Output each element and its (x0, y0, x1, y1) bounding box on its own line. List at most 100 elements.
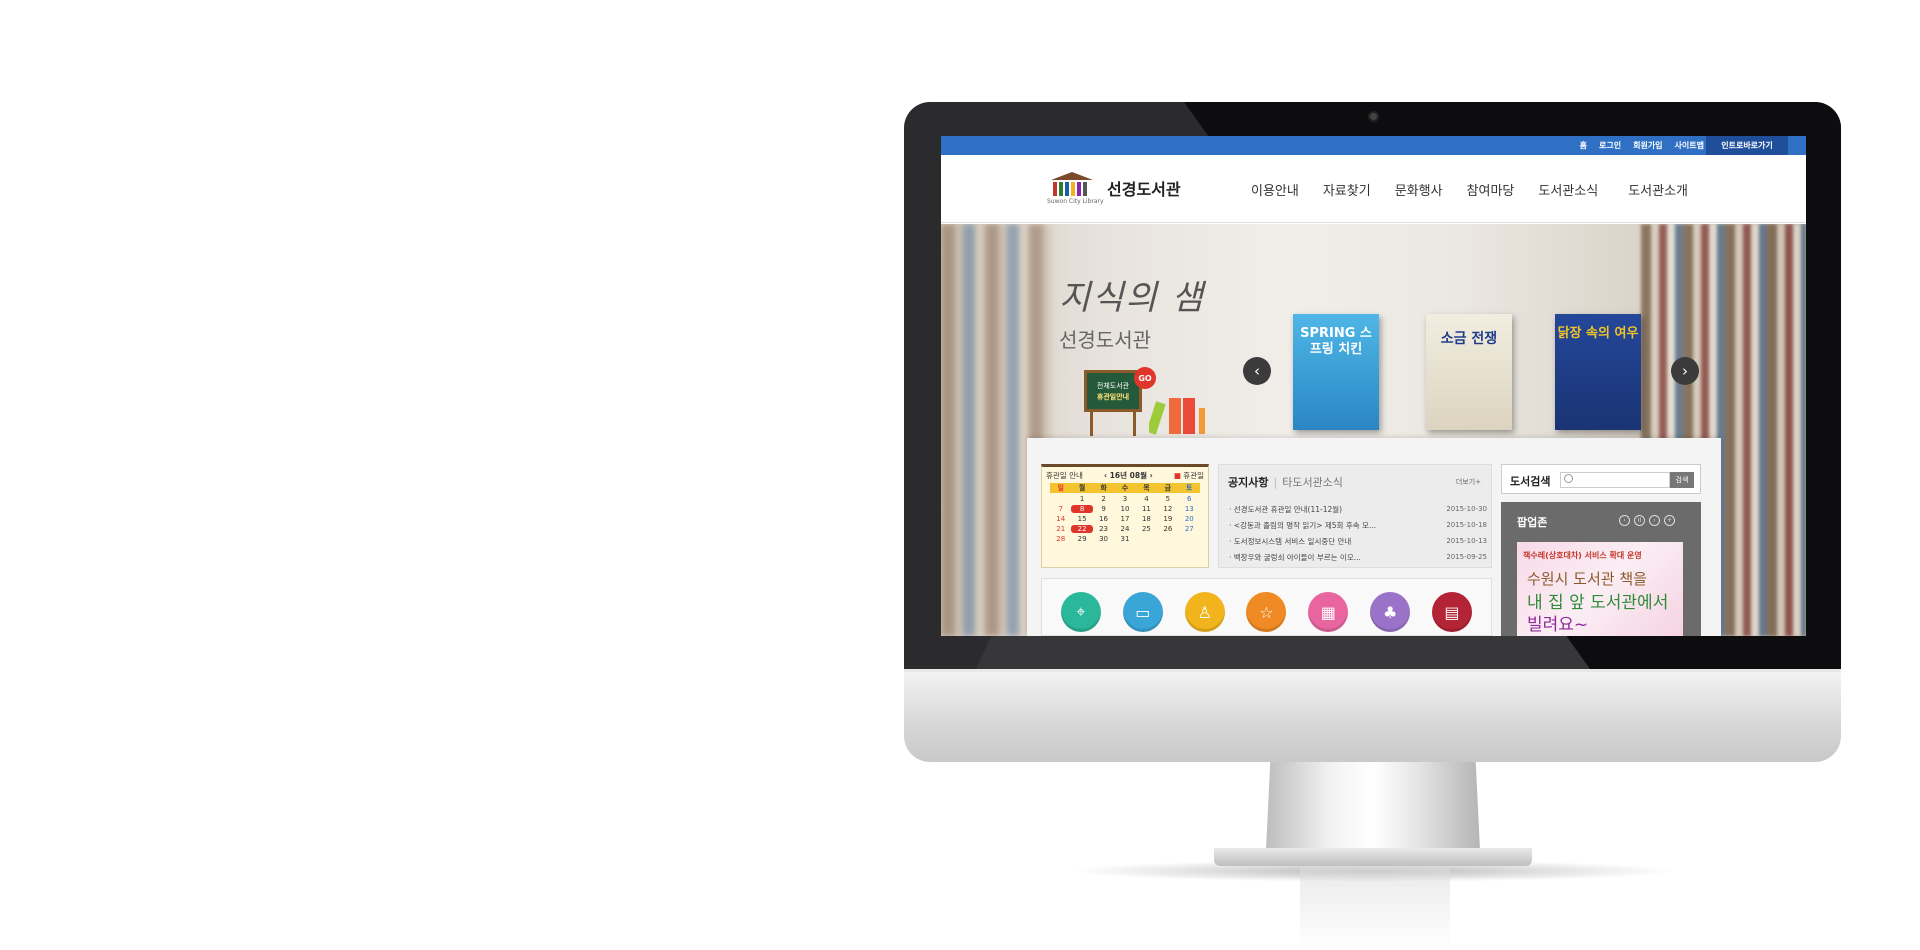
popup-banner-line2: 수원시 도서관 책을 (1527, 570, 1647, 588)
calendar-day[interactable]: 12 (1157, 505, 1178, 513)
utility-nav: 홈 로그인 회원가입 사이트맵 (1580, 136, 1704, 155)
nav-item-search[interactable]: 자료찾기 (1323, 180, 1371, 199)
notice-title: 선경도서관 휴관일 안내(11-12월) (1229, 504, 1342, 515)
calendar-day[interactable]: 8 (1071, 505, 1093, 513)
calendar-day[interactable]: 26 (1157, 525, 1178, 533)
util-home-link[interactable]: 홈 (1580, 140, 1587, 151)
calendar-day (1157, 535, 1178, 543)
book-cover-2[interactable]: 소금 전쟁 (1426, 314, 1512, 430)
util-signup-link[interactable]: 회원가입 (1633, 140, 1662, 151)
utility-bar: 홈 로그인 회원가입 사이트맵 인트로바로가기 (941, 136, 1806, 155)
slider-next-button[interactable]: › (1671, 357, 1699, 385)
intranet-button[interactable]: 인트로바로가기 (1706, 136, 1788, 155)
star-icon[interactable]: ☆ (1246, 592, 1287, 632)
monitor-stand-foot (1214, 848, 1532, 866)
list-item[interactable]: 백창우와 굴렁쇠 아이들이 부르는 이오... 2015-09-25 (1229, 549, 1487, 565)
user-icon[interactable]: ♙ (1184, 592, 1225, 632)
calendar-day[interactable]: 27 (1179, 525, 1200, 533)
go-button[interactable]: GO (1134, 367, 1156, 389)
popup-next-icon[interactable]: › (1649, 515, 1660, 526)
nav-item-news[interactable]: 도서관소식 (1538, 180, 1598, 199)
notice-date: 2015-10-18 (1446, 521, 1487, 529)
popup-prev-icon[interactable]: ‹ (1619, 515, 1630, 526)
calendar-day[interactable]: 1 (1071, 495, 1092, 503)
board-line1: 전체도서관 (1096, 382, 1130, 390)
calendar-day[interactable]: 18 (1136, 515, 1157, 523)
hero-script-title: 지식의 샘 (1059, 278, 1205, 318)
calendar-day[interactable]: 24 (1114, 525, 1135, 533)
popup-more-icon[interactable]: + (1664, 515, 1675, 526)
notice-more-link[interactable]: 더보기+ (1456, 477, 1481, 487)
calendar-day[interactable]: 13 (1179, 505, 1200, 513)
calendar-day[interactable]: 20 (1179, 515, 1200, 523)
star-icon-glyph: ☆ (1259, 602, 1274, 622)
calendar-weekday: 토 (1178, 483, 1200, 493)
notice-date: 2015-10-30 (1446, 505, 1487, 513)
calendar-day[interactable]: 17 (1114, 515, 1135, 523)
calendar-weekday: 화 (1092, 483, 1115, 493)
hero-title: 선경도서관 (1059, 328, 1151, 352)
book-icon[interactable]: ▤ (1431, 592, 1472, 632)
nav-item-usage[interactable]: 이용안내 (1251, 180, 1299, 199)
calendar-day[interactable]: 6 (1179, 495, 1200, 503)
popup-banner[interactable]: 책수레(상호대차) 서비스 확대 운영 수원시 도서관 책을 내 집 앞 도서관… (1517, 542, 1683, 636)
list-item[interactable]: 선경도서관 휴관일 안내(11-12월) 2015-10-30 (1229, 501, 1487, 517)
calendar-header: 휴관일 안내 ‹ 16년 08월 › 휴관일 (1042, 467, 1208, 483)
calendar-day[interactable]: 16 (1093, 515, 1114, 523)
search-button[interactable]: 검색 (1670, 472, 1694, 488)
tab-other-libraries[interactable]: 타도서관소식 (1282, 476, 1343, 489)
calendar-day[interactable]: 23 (1093, 525, 1114, 533)
calendar-day[interactable]: 9 (1093, 505, 1114, 513)
binders-icon (1149, 398, 1205, 435)
book-icon-glyph: ▤ (1444, 602, 1460, 622)
calendar-weekday: 금 (1157, 483, 1179, 493)
popup-zone: 팝업존 ‹ II › + 책수레(상호대차) 서비스 확대 운영 수원시 도서관… (1501, 502, 1701, 636)
nav-item-about[interactable]: 도서관소개 (1628, 180, 1688, 199)
tab-notice[interactable]: 공지사항 (1228, 476, 1268, 489)
calendar-day[interactable]: 22 (1071, 525, 1093, 533)
notice-list: 선경도서관 휴관일 안내(11-12월) 2015-10-30 <강동과 졸림의 … (1229, 501, 1487, 565)
popup-banner-line1: 책수레(상호대차) 서비스 확대 운영 (1523, 551, 1642, 560)
calendar-day[interactable]: 15 (1071, 515, 1092, 523)
hero-banner: 지식의 샘 선경도서관 전체도서관 휴관일안내 GO ‹ SPRING 스프링 … (941, 224, 1806, 636)
list-item[interactable]: 도서정보시스템 서비스 일시중단 안내 2015-10-13 (1229, 533, 1487, 549)
notice-title: <강동과 졸림의 명작 읽기> 제5회 후속 모... (1229, 520, 1376, 531)
calendar-month-nav[interactable]: ‹ 16년 08월 › (1104, 470, 1153, 481)
book-cover-3[interactable]: 닭장 속의 여우 (1555, 314, 1641, 430)
calendar-day[interactable]: 11 (1136, 505, 1157, 513)
nav-item-community[interactable]: 참여마당 (1467, 180, 1515, 199)
list-item[interactable]: <강동과 졸림의 명작 읽기> 제5회 후속 모... 2015-10-18 (1229, 517, 1487, 533)
calendar-day[interactable]: 21 (1050, 525, 1071, 533)
calendar-day[interactable]: 4 (1136, 495, 1157, 503)
calendar-weekday: 목 (1135, 483, 1158, 493)
calendar-day[interactable]: 25 (1136, 525, 1157, 533)
calendar-day[interactable]: 14 (1050, 515, 1071, 523)
calendar-day[interactable]: 19 (1157, 515, 1178, 523)
site-logo[interactable]: Suwon City Library 선경도서관 (1047, 170, 1181, 210)
monitor-icon-glyph: ▭ (1135, 602, 1151, 622)
sprout-icon[interactable]: ♣ (1370, 592, 1411, 632)
calendar-day[interactable]: 28 (1050, 535, 1071, 543)
calendar-day[interactable]: 31 (1114, 535, 1135, 543)
calendar-icon[interactable]: ▦ (1308, 592, 1349, 632)
notice-tabs: 공지사항 | 타도서관소식 (1228, 476, 1343, 489)
stand-reflection (1300, 866, 1450, 950)
calendar-day[interactable]: 3 (1114, 495, 1135, 503)
calendar-day[interactable]: 7 (1050, 505, 1071, 513)
search-icon (1564, 474, 1573, 483)
calendar-day[interactable]: 10 (1114, 505, 1135, 513)
book-cover-2-title: 소금 전쟁 (1440, 331, 1498, 347)
popup-pause-icon[interactable]: II (1634, 515, 1645, 526)
calendar-day[interactable]: 5 (1157, 495, 1178, 503)
calendar-day[interactable]: 30 (1093, 535, 1114, 543)
monitor-icon[interactable]: ▭ (1122, 592, 1163, 632)
util-sitemap-link[interactable]: 사이트맵 (1675, 140, 1704, 151)
calendar-day[interactable]: 2 (1093, 495, 1114, 503)
location-icon[interactable]: ⌖ (1060, 592, 1101, 632)
util-login-link[interactable]: 로그인 (1599, 140, 1621, 151)
slider-prev-button[interactable]: ‹ (1243, 357, 1271, 385)
nav-item-events[interactable]: 문화행사 (1395, 180, 1443, 199)
book-cover-1[interactable]: SPRING 스프링 치킨 (1293, 314, 1379, 430)
search-input[interactable] (1560, 472, 1670, 488)
calendar-day[interactable]: 29 (1071, 535, 1092, 543)
